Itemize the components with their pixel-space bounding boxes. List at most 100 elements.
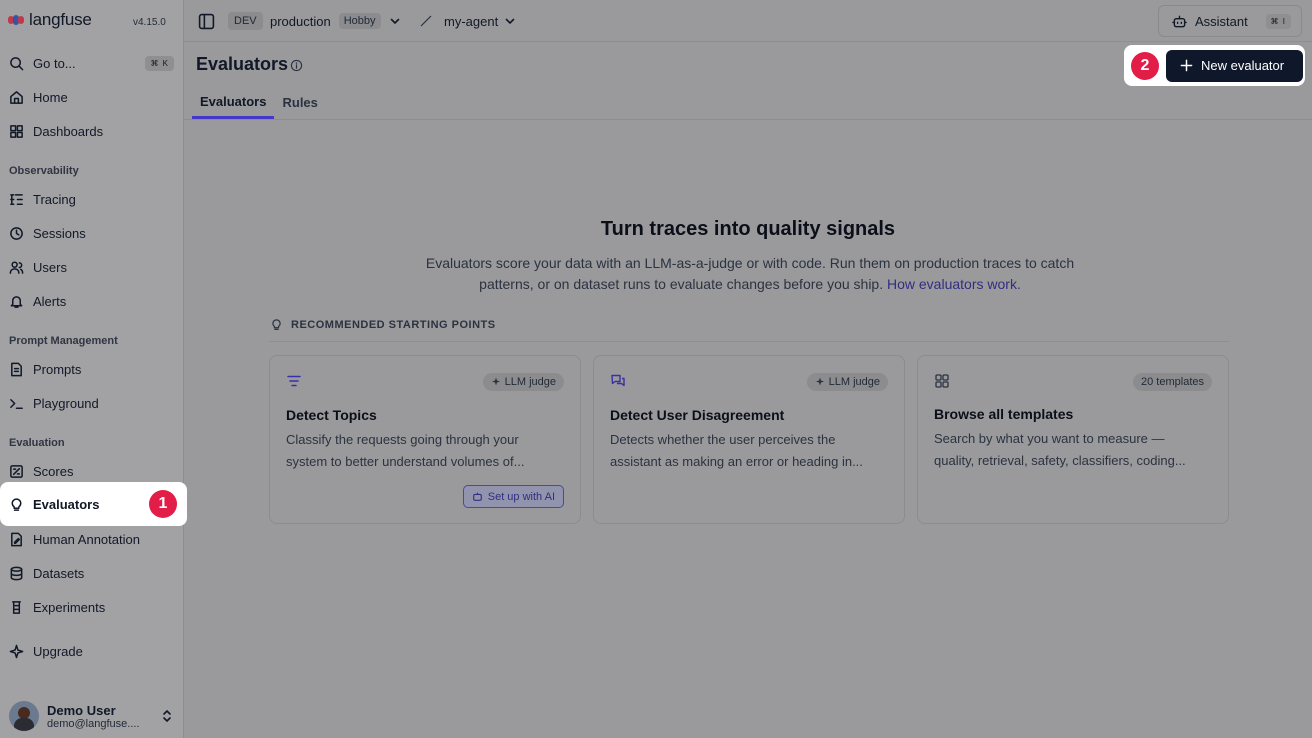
llm-judge-pill: LLM judge xyxy=(806,373,888,391)
dashboard-icon xyxy=(10,124,23,138)
project-selector[interactable]: production Hobby xyxy=(270,0,401,42)
sidebar-item-upgrade[interactable]: Upgrade xyxy=(0,636,183,666)
sidebar-item-users[interactable]: Users xyxy=(0,252,183,282)
user-menu[interactable]: Demo User demo@langfuse.... xyxy=(0,694,183,738)
bot-icon xyxy=(1172,15,1187,27)
file-text-icon xyxy=(11,362,22,376)
env-badge: DEV xyxy=(228,12,263,30)
chevron-up-down-icon xyxy=(163,710,171,722)
sidebar-item-tracing[interactable]: Tracing xyxy=(0,184,183,214)
topbar: DEV production Hobby my-agent Assistant … xyxy=(184,0,1312,42)
tab-rules[interactable]: Rules xyxy=(274,86,325,119)
tab-evaluators[interactable]: Evaluators xyxy=(192,86,275,119)
filter-lines-icon xyxy=(287,375,301,387)
step-badge-2: 2 xyxy=(1131,51,1159,80)
recommended-label: RECOMMENDED STARTING POINTS xyxy=(291,318,496,331)
goto-shortcut: ⌘ K xyxy=(145,55,174,71)
template-card-browse-all[interactable]: 20 templates Browse all templates Search… xyxy=(917,355,1229,524)
database-icon xyxy=(10,566,23,580)
plan-badge: Hobby xyxy=(338,13,381,29)
sidebar-item-alerts[interactable]: Alerts xyxy=(0,286,183,316)
chevron-down-icon xyxy=(390,18,399,25)
templates-count-pill: 20 templates xyxy=(1133,373,1212,391)
tabs-divider xyxy=(184,119,1312,120)
pill-label: LLM judge xyxy=(504,376,556,388)
section-evaluation: Evaluation xyxy=(9,437,65,449)
template-card-detect-topics[interactable]: LLM judge Detect Topics Classify the req… xyxy=(269,355,581,524)
sidebar-item-label: Home xyxy=(33,89,68,105)
sidebar-item-label: Alerts xyxy=(33,293,67,309)
langfuse-logo-icon xyxy=(8,15,24,25)
card-description: Detects whether the user perceives the a… xyxy=(610,432,863,469)
sidebar: langfuse v4.15.0 Go to... ⌘ K Home Dashb… xyxy=(0,0,187,738)
version-label: v4.15.0 xyxy=(133,17,166,28)
sidebar-item-datasets[interactable]: Datasets xyxy=(0,558,183,588)
new-evaluator-highlight: 2 New evaluator xyxy=(1124,45,1305,86)
section-observability: Observability xyxy=(9,165,79,177)
sparkles-icon xyxy=(815,377,824,386)
project-name: production xyxy=(270,13,331,29)
recommended-header: RECOMMENDED STARTING POINTS xyxy=(270,318,496,331)
setup-with-ai-label: Set up with AI xyxy=(487,490,555,503)
chevron-down-icon xyxy=(505,18,515,25)
template-card-user-disagreement[interactable]: LLM judge Detect User Disagreement Detec… xyxy=(593,355,905,524)
sidebar-item-prompts[interactable]: Prompts xyxy=(0,354,183,384)
sidebar-item-home[interactable]: Home xyxy=(0,82,183,112)
setup-with-ai-button[interactable]: Set up with AI xyxy=(462,485,564,508)
sidebar-item-evaluators[interactable]: Evaluators 1 xyxy=(0,482,187,526)
sidebar-item-sessions[interactable]: Sessions xyxy=(0,218,183,248)
assistant-label: Assistant xyxy=(1195,13,1248,29)
card-title: Detect Topics xyxy=(286,407,377,423)
sidebar-item-label: Sessions xyxy=(33,225,86,241)
section-prompt-management: Prompt Management xyxy=(9,335,118,347)
lightbulb-icon xyxy=(272,319,281,330)
card-title: Detect User Disagreement xyxy=(610,407,785,423)
agent-name: my-agent xyxy=(444,13,499,29)
sidebar-item-label: Playground xyxy=(33,395,99,411)
flask-icon xyxy=(12,600,21,614)
assistant-button[interactable]: Assistant ⌘ I xyxy=(1158,5,1302,37)
lightbulb-icon xyxy=(11,497,22,511)
sidebar-item-label: Prompts xyxy=(33,361,82,377)
sidebar-item-label: Evaluators xyxy=(33,496,100,512)
chat-bubbles-icon xyxy=(611,374,625,387)
sidebar-item-label: Dashboards xyxy=(33,123,104,139)
brand[interactable]: langfuse xyxy=(8,10,92,30)
sidebar-toggle[interactable] xyxy=(198,0,215,42)
how-evaluators-work-link[interactable]: How evaluators work. xyxy=(887,276,1021,292)
brand-name: langfuse xyxy=(29,10,92,29)
empty-state-description: Evaluators score your data with an LLM-a… xyxy=(410,253,1090,295)
env-tag: DEV xyxy=(228,0,263,42)
scores-icon xyxy=(10,464,23,478)
goto-search[interactable]: Go to... ⌘ K xyxy=(0,48,183,78)
sidebar-item-dashboards[interactable]: Dashboards xyxy=(0,116,183,146)
llm-judge-pill: LLM judge xyxy=(482,373,564,391)
page-title: Evaluators xyxy=(196,54,289,74)
avatar xyxy=(9,701,39,731)
pill-label: 20 templates xyxy=(1141,376,1204,388)
tracing-icon xyxy=(10,193,23,205)
sidebar-item-playground[interactable]: Playground xyxy=(0,388,183,418)
panel-left-icon xyxy=(198,13,215,29)
clock-icon xyxy=(10,226,23,240)
grid-icon xyxy=(935,374,949,388)
empty-state-title: Turn traces into quality signals xyxy=(600,218,896,240)
sidebar-item-label: Experiments xyxy=(33,599,106,615)
sidebar-item-label: Upgrade xyxy=(33,643,83,659)
annotation-icon xyxy=(11,532,22,546)
new-evaluator-button[interactable]: New evaluator xyxy=(1166,49,1303,82)
user-email: demo@langfuse.... xyxy=(47,717,140,730)
sidebar-item-experiments[interactable]: Experiments xyxy=(0,592,183,622)
step-badge-1: 1 xyxy=(149,490,177,518)
new-evaluator-label: New evaluator xyxy=(1201,58,1285,73)
user-name: Demo User xyxy=(47,702,116,718)
assistant-shortcut: ⌘ I xyxy=(1265,13,1291,29)
bell-icon xyxy=(10,295,23,308)
sidebar-item-label: Human Annotation xyxy=(33,531,140,547)
sidebar-item-human-annotation[interactable]: Human Annotation xyxy=(0,524,183,554)
home-icon xyxy=(10,90,23,104)
sidebar-item-label: Scores xyxy=(33,463,74,479)
sparkles-icon xyxy=(491,377,500,386)
info-icon[interactable] xyxy=(290,59,303,72)
agent-selector[interactable]: my-agent xyxy=(444,0,516,42)
